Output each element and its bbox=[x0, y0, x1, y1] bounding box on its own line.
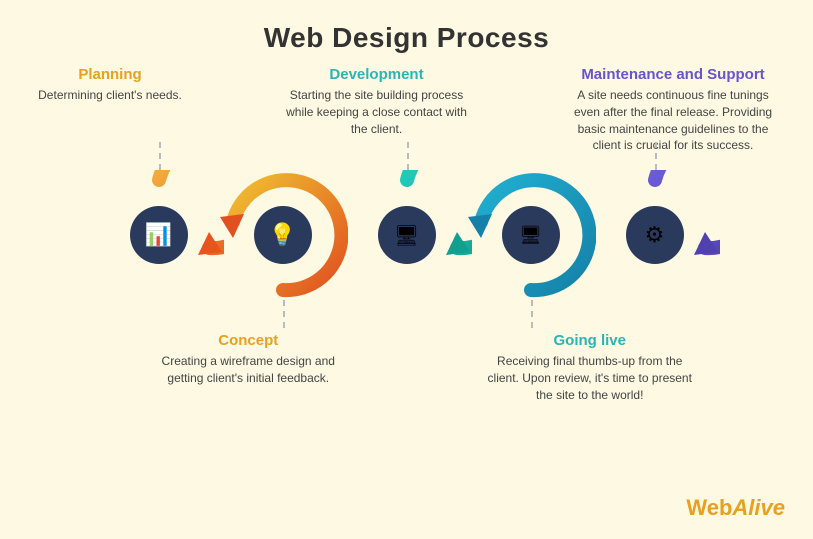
going-live-circle: 🖥 bbox=[466, 170, 596, 300]
concept-title: Concept bbox=[148, 332, 348, 349]
main-container: Web Design Process Planning Determining … bbox=[0, 0, 813, 539]
planning-desc: Determining client's needs. bbox=[30, 87, 190, 104]
development-circle: 🖥 bbox=[342, 170, 472, 300]
concept-icon: 💡 bbox=[254, 206, 312, 264]
maintenance-desc: A site needs continuous fine tunings eve… bbox=[563, 87, 783, 154]
going-live-title: Going live bbox=[485, 332, 695, 349]
going-live-label: Going live Receiving final thumbs-up fro… bbox=[485, 332, 695, 403]
development-label: Development Starting the site building p… bbox=[277, 66, 477, 154]
development-top-dotted bbox=[407, 142, 409, 170]
planning-icon: 📊 bbox=[130, 206, 188, 264]
concept-desc: Creating a wireframe design and getting … bbox=[148, 353, 348, 387]
going-live-desc: Receiving final thumbs-up from the clien… bbox=[485, 353, 695, 403]
watermark-web: Web bbox=[686, 495, 732, 520]
maintenance-circle: ⚙ bbox=[590, 170, 720, 300]
watermark-alive: Alive bbox=[732, 495, 785, 520]
maintenance-icon: ⚙ bbox=[626, 206, 684, 264]
maintenance-title: Maintenance and Support bbox=[563, 66, 783, 83]
planning-top-dotted bbox=[159, 142, 161, 170]
planning-label: Planning Determining client's needs. bbox=[30, 66, 190, 154]
concept-circle: 💡 bbox=[218, 170, 348, 300]
development-desc: Starting the site building process while… bbox=[277, 87, 477, 137]
page-title: Web Design Process bbox=[264, 22, 549, 54]
maintenance-top-dotted bbox=[655, 142, 657, 170]
planning-circle: 📊 bbox=[94, 170, 224, 300]
going-live-icon: 🖥 bbox=[502, 206, 560, 264]
planning-title: Planning bbox=[30, 66, 190, 83]
concept-bottom-dotted bbox=[283, 300, 285, 328]
development-title: Development bbox=[277, 66, 477, 83]
maintenance-label: Maintenance and Support A site needs con… bbox=[563, 66, 783, 154]
concept-label: Concept Creating a wireframe design and … bbox=[148, 332, 348, 403]
development-icon: 🖥 bbox=[378, 206, 436, 264]
going-live-bottom-dotted bbox=[531, 300, 533, 328]
watermark: WebAlive bbox=[686, 495, 785, 521]
